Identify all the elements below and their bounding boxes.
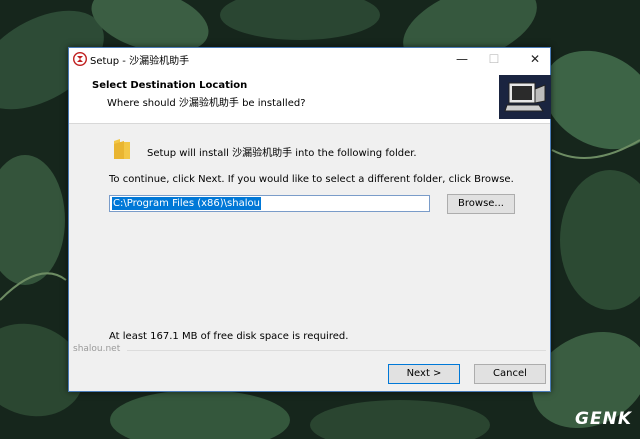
browse-button[interactable]: Browse... (447, 194, 515, 214)
close-button[interactable]: ✕ (520, 48, 550, 71)
app-icon (73, 52, 87, 66)
header-subtitle: Where should 沙漏验机助手 be installed? (107, 98, 306, 109)
wizard-header: Select Destination Location Where should… (69, 71, 551, 124)
setup-window: Setup - 沙漏验机助手 — ☐ ✕ Select Destination … (68, 47, 551, 392)
footer-divider (127, 350, 546, 351)
minimize-button[interactable]: — (447, 48, 477, 71)
next-button[interactable]: Next > (388, 364, 460, 384)
cancel-button[interactable]: Cancel (474, 364, 546, 384)
wizard-body: Setup will install 沙漏验机助手 into the follo… (69, 124, 550, 344)
destination-path-value: C:\Program Files (x86)\shalou (112, 197, 261, 210)
install-info-text: Setup will install 沙漏验机助手 into the follo… (147, 148, 417, 159)
header-title: Select Destination Location (92, 80, 248, 91)
continue-instruction-text: To continue, click Next. If you would li… (109, 174, 514, 185)
installer-computer-icon (499, 75, 551, 119)
brand-label: shalou.net (73, 344, 121, 354)
disk-space-text: At least 167.1 MB of free disk space is … (109, 331, 349, 342)
brand-row: shalou.net (69, 344, 550, 356)
title-bar[interactable]: Setup - 沙漏验机助手 — ☐ ✕ (69, 48, 550, 71)
maximize-button: ☐ (488, 52, 500, 66)
destination-path-input[interactable]: C:\Program Files (x86)\shalou (109, 195, 430, 212)
window-title: Setup - 沙漏验机助手 (90, 56, 190, 67)
folder-icon (114, 139, 130, 159)
watermark-logo: GENK (575, 409, 632, 429)
